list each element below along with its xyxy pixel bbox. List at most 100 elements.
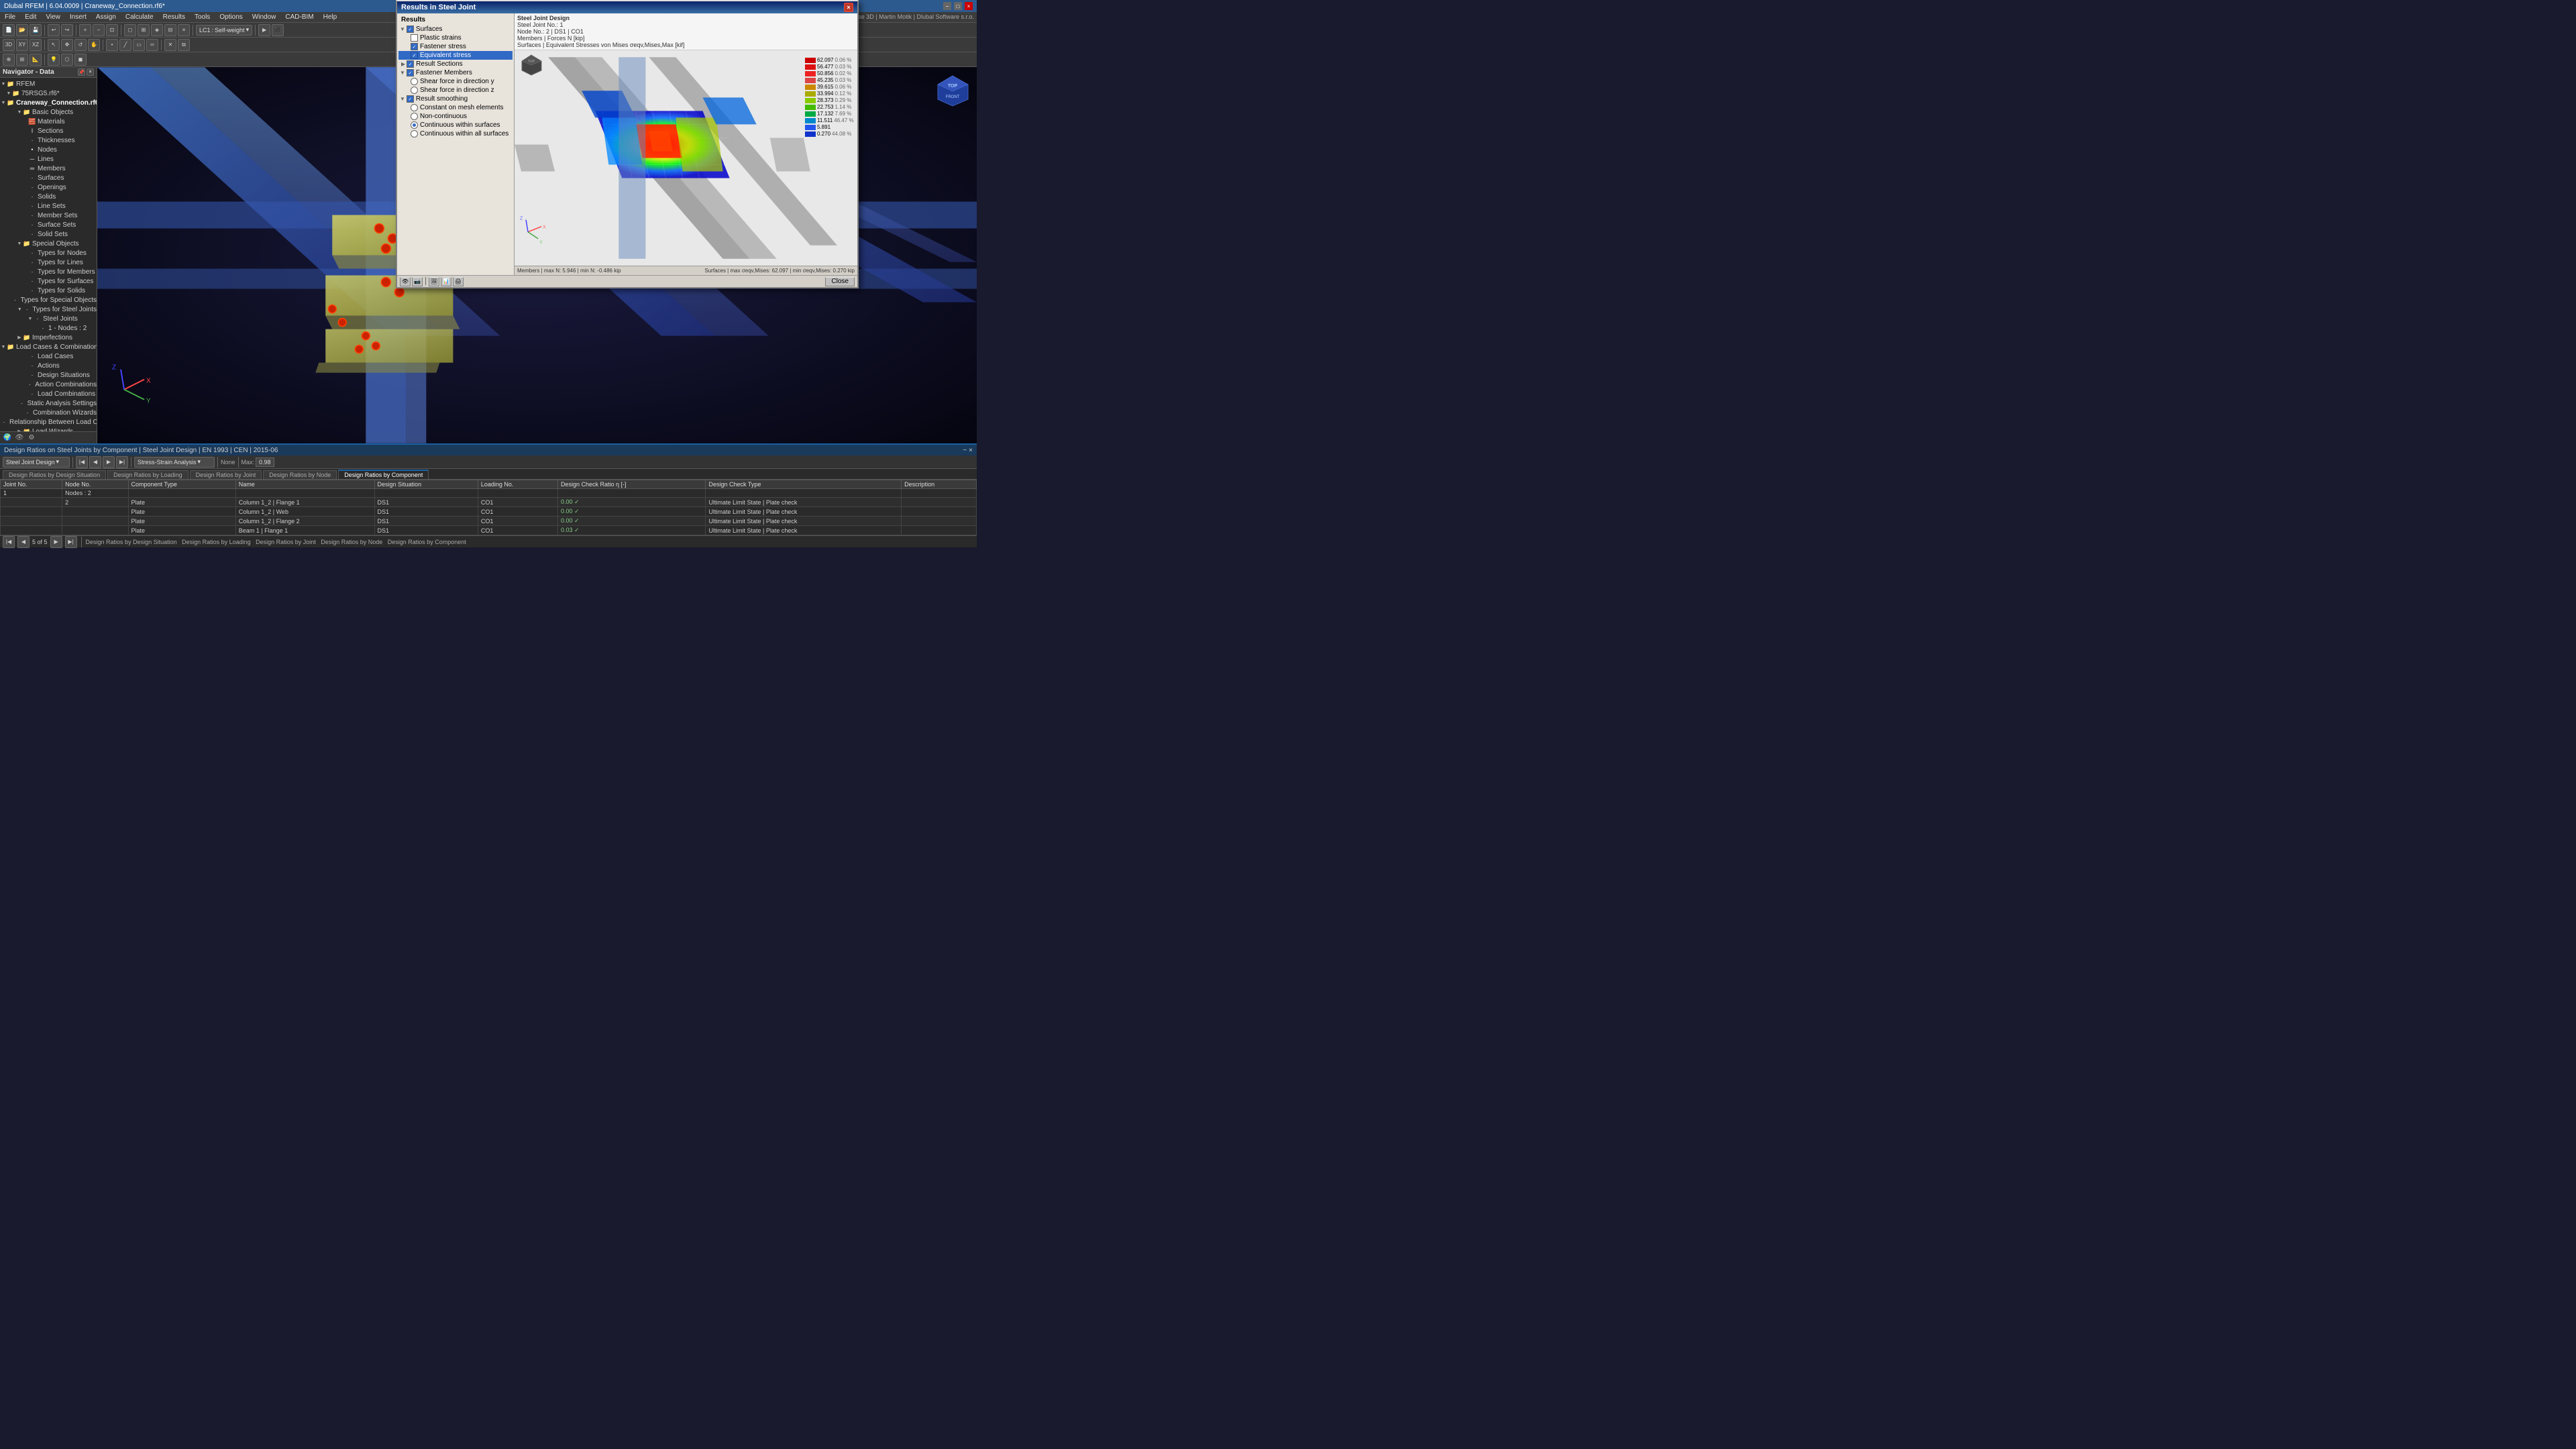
dialog-close-btn-bottom[interactable]: Close — [825, 277, 855, 286]
fm-checkbox[interactable]: ✓ — [407, 69, 414, 76]
result-fastener-members[interactable]: ▼ ✓ Fastener Members — [398, 68, 513, 77]
maximize-btn[interactable]: □ — [954, 2, 962, 10]
view-xz-btn[interactable]: XZ — [30, 39, 42, 51]
rs-checkbox[interactable]: ✓ — [407, 95, 414, 103]
nav-icon-gear[interactable]: ⚙ — [27, 433, 36, 443]
menu-calculate[interactable]: Calculate — [123, 13, 156, 21]
tb-btn-b[interactable]: ⊞ — [138, 24, 150, 36]
menu-tools[interactable]: Tools — [193, 13, 212, 21]
menu-insert[interactable]: Insert — [68, 13, 89, 21]
nav-tree-item[interactable]: ·Solids — [0, 192, 97, 201]
new-btn[interactable]: 📄 — [3, 24, 15, 36]
open-btn[interactable]: 📂 — [16, 24, 28, 36]
analysis-type-dropdown[interactable]: Stress-Strain Analysis ▾ — [134, 457, 215, 468]
surface-btn[interactable]: ▭ — [133, 39, 145, 51]
nav-tree-item[interactable]: ▼📁Load Cases & Combinations — [0, 342, 97, 352]
nav-tree-item[interactable]: ·Design Situations — [0, 370, 97, 380]
nav-cube[interactable]: TOP FRONT — [934, 72, 971, 109]
nav-tree-item[interactable]: ·Types for Solids — [0, 286, 97, 295]
cont-surf-radio[interactable] — [411, 121, 418, 129]
menu-results[interactable]: Results — [161, 13, 187, 21]
surfaces-checkbox[interactable]: ✓ — [407, 25, 414, 33]
menu-options[interactable]: Options — [217, 13, 244, 21]
tab-by-node[interactable]: Design Ratios by Node — [263, 470, 337, 479]
delete-btn[interactable]: ✕ — [164, 39, 176, 51]
nav-tree-item[interactable]: ·Types for Surfaces — [0, 276, 97, 286]
menu-help[interactable]: Help — [321, 13, 339, 21]
menu-assign[interactable]: Assign — [94, 13, 118, 21]
design-module-dropdown[interactable]: Steel Joint Design ▾ — [3, 457, 70, 468]
nav-tree-item[interactable]: ▼📁75RSG5.rf6* — [0, 89, 97, 98]
nav-tree-item[interactable]: ▼📁Craneway_Connection.rf6* — [0, 98, 97, 107]
tb-btn-c[interactable]: ◈ — [151, 24, 163, 36]
dialog-btn-print[interactable]: 🖨 — [453, 277, 464, 286]
nav-tree-item[interactable]: •Nodes — [0, 145, 97, 154]
tab-by-joint[interactable]: Design Ratios by Joint — [190, 470, 262, 479]
nav-tree-item[interactable]: 🧱Materials — [0, 117, 97, 126]
menu-view[interactable]: View — [44, 13, 62, 21]
result-constant-mesh[interactable]: Constant on mesh elements — [398, 103, 513, 112]
nav-tree-item[interactable]: ·Types for Special Objects — [0, 295, 97, 305]
shear-z-radio[interactable] — [411, 87, 418, 94]
result-fastener-stress[interactable]: ✓ Fastener stress — [398, 42, 513, 51]
table-row[interactable]: PlateColumn 1_2 | WebDS1CO10.00 ✓Ultimat… — [1, 507, 977, 517]
table-row[interactable]: PlateBeam 1 | Flange 1DS1CO10.03 ✓Ultima… — [1, 526, 977, 535]
menu-window[interactable]: Window — [250, 13, 278, 21]
nav-tree-item[interactable]: ▼📁Special Objects — [0, 239, 97, 248]
tb-stop-btn[interactable]: ⬛ — [272, 24, 284, 36]
nav-tree-item[interactable]: ─Lines — [0, 154, 97, 164]
bottom-minimize-btn[interactable]: − — [963, 447, 967, 454]
tb-btn-d[interactable]: ⊟ — [164, 24, 176, 36]
nav-tree-item[interactable]: ·Surface Sets — [0, 220, 97, 229]
fit-btn[interactable]: ⊡ — [106, 24, 118, 36]
nav-tree-item[interactable]: ·Member Sets — [0, 211, 97, 220]
nav-icon-earth[interactable]: 🌍 — [3, 433, 12, 443]
table-row[interactable]: 1Nodes : 2 — [1, 489, 977, 498]
bottom-close-btn[interactable]: × — [969, 447, 973, 454]
non-cont-radio[interactable] — [411, 113, 418, 120]
view-3d-btn[interactable]: 3D — [3, 39, 15, 51]
snap-btn[interactable]: ⊕ — [3, 54, 15, 66]
rotate-btn[interactable]: ↺ — [74, 39, 87, 51]
line-btn[interactable]: ╱ — [119, 39, 131, 51]
dialog-btn-render[interactable]: 🖼 — [429, 277, 439, 286]
wireframe-btn[interactable]: ⬡ — [61, 54, 73, 66]
btb-next[interactable]: ▶ — [103, 456, 115, 468]
nav-tree-item[interactable]: ISections — [0, 126, 97, 136]
zoom-out-btn[interactable]: − — [93, 24, 105, 36]
dialog-btn-eye[interactable]: 👁 — [400, 277, 411, 286]
btb-last[interactable]: ▶| — [116, 456, 128, 468]
btb-prev[interactable]: ◀ — [89, 456, 101, 468]
nav-tree-item[interactable]: ·Thicknesses — [0, 136, 97, 145]
close-btn[interactable]: × — [965, 2, 973, 10]
lc-dropdown[interactable]: LC1 : Self-weight ▾ — [196, 25, 252, 36]
nav-tree-item[interactable]: ═Members — [0, 164, 97, 173]
sections-checkbox[interactable]: ✓ — [407, 60, 414, 68]
nav-tree-item[interactable]: ·Relationship Between Load Cases — [0, 417, 97, 427]
menu-edit[interactable]: Edit — [23, 13, 38, 21]
menu-file[interactable]: File — [3, 13, 17, 21]
page-next-btn[interactable]: ▶ — [50, 536, 62, 548]
nav-tree-item[interactable]: ▼·Steel Joints — [0, 314, 97, 323]
undo-btn[interactable]: ↩ — [48, 24, 60, 36]
nav-tree-item[interactable]: ·Line Sets — [0, 201, 97, 211]
tb-run-btn[interactable]: ▶ — [258, 24, 270, 36]
dialog-close-button[interactable]: × — [844, 3, 853, 12]
nav-tree-item[interactable]: ·Types for Lines — [0, 258, 97, 267]
page-first-btn[interactable]: |◀ — [3, 536, 15, 548]
result-shear-y[interactable]: Shear force in direction y — [398, 77, 513, 86]
render-btn[interactable]: 💡 — [48, 54, 60, 66]
btb-first[interactable]: |◀ — [76, 456, 88, 468]
equiv-stress-checkbox[interactable]: ✓ — [411, 52, 418, 59]
dialog-btn-table[interactable]: 📊 — [441, 277, 451, 286]
result-sections[interactable]: ▶ ✓ Result Sections — [398, 60, 513, 68]
nav-tree-item[interactable]: ▼📁Basic Objects — [0, 107, 97, 117]
result-smoothing[interactable]: ▼ ✓ Result smoothing — [398, 95, 513, 103]
table-row[interactable]: PlateColumn 1_2 | Flange 2DS1CO10.00 ✓Ul… — [1, 517, 977, 526]
copy-btn[interactable]: ⧉ — [178, 39, 190, 51]
nav-tree-item[interactable]: ▶📁Imperfections — [0, 333, 97, 342]
nav-tree-item[interactable]: ▶📁Load Wizards — [0, 427, 97, 431]
cont-all-radio[interactable] — [411, 130, 418, 138]
menu-cadbim[interactable]: CAD-BIM — [283, 13, 315, 21]
shaded-btn[interactable]: ◼ — [74, 54, 87, 66]
